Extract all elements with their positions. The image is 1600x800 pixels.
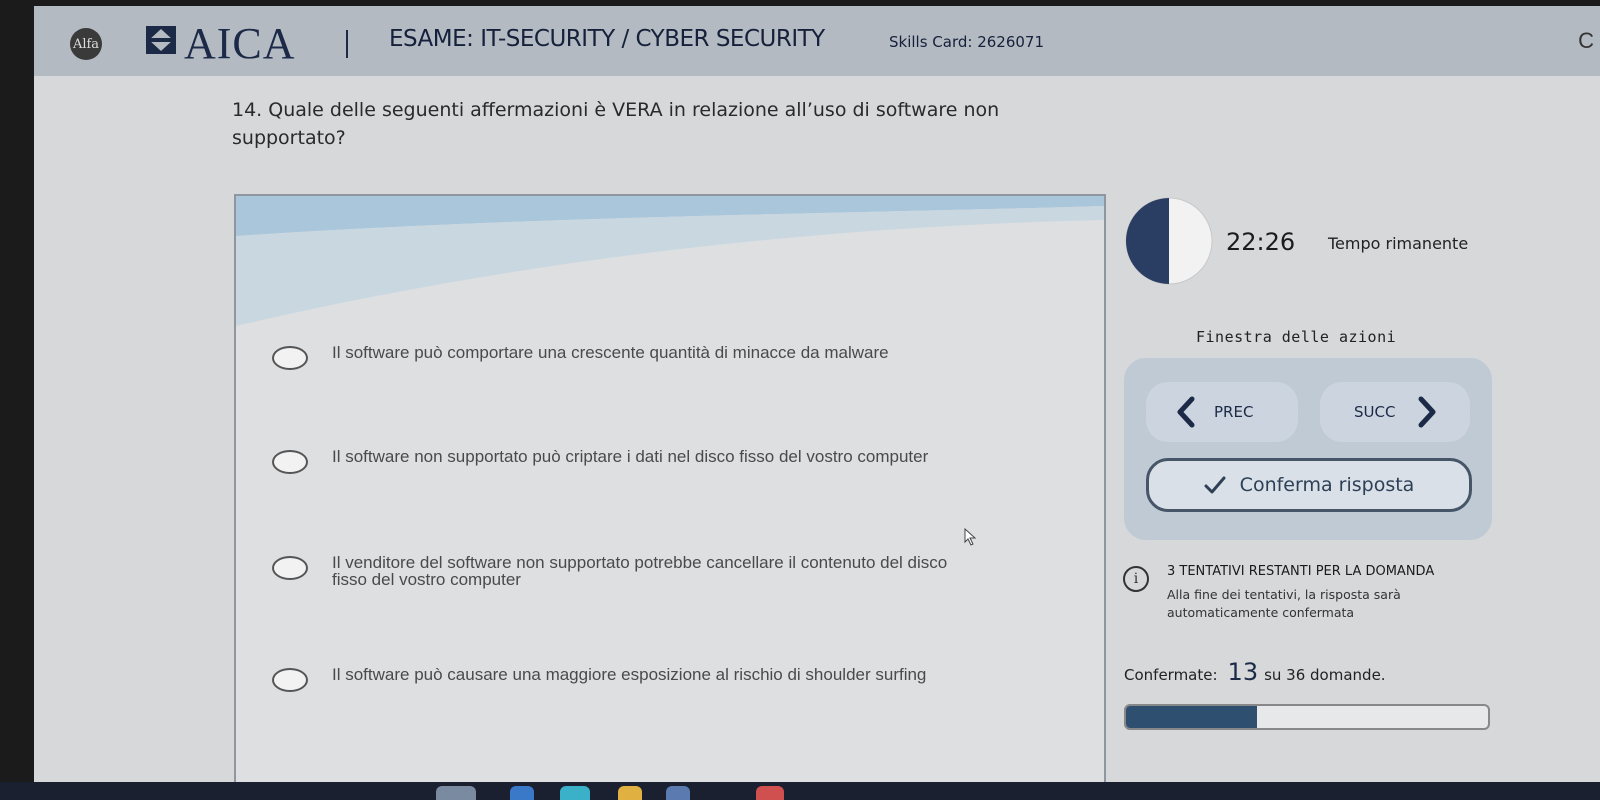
answer-option-1[interactable]: Il software può comportare una crescente… (272, 344, 972, 370)
chevron-left-icon (1177, 396, 1195, 428)
question-text: 14. Quale delle seguenti affermazioni è … (232, 99, 1000, 149)
radio-button[interactable] (272, 450, 308, 474)
taskbar-icon[interactable] (756, 786, 784, 800)
alfa-logo: Alfa (70, 28, 102, 60)
taskbar (0, 782, 1600, 800)
aica-logo-icon (146, 26, 176, 54)
confirmed-count: Confermate: 13 su 36 domande. (1124, 658, 1386, 686)
taskbar-icon[interactable] (666, 786, 690, 800)
mouse-cursor-icon (964, 528, 977, 546)
attempts-remaining: 3 TENTATIVI RESTANTI PER LA DOMANDA (1167, 564, 1435, 579)
confirmed-suffix: su 36 domande. (1264, 666, 1386, 684)
answer-label: Il software non supportato può criptare … (332, 447, 929, 466)
prev-label: PREC (1214, 403, 1254, 421)
answers-panel: Il software può comportare una crescente… (234, 194, 1106, 782)
answer-label: Il venditore del software non supportato… (332, 553, 948, 589)
answer-label: Il software può causare una maggiore esp… (332, 665, 927, 684)
answer-option-2[interactable]: Il software non supportato può criptare … (272, 448, 972, 474)
chevron-right-icon (1418, 396, 1436, 428)
answer-option-3[interactable]: Il venditore del software non supportato… (272, 554, 972, 588)
radio-button[interactable] (272, 556, 308, 580)
confirmed-number: 13 (1227, 658, 1259, 686)
actions-title: Finestra delle azioni (1196, 328, 1397, 346)
header-bar: Alfa AICA ESAME: IT-SECURITY / CYBER SEC… (34, 6, 1600, 76)
next-label: SUCC (1354, 403, 1396, 421)
radio-button[interactable] (272, 346, 308, 370)
taskbar-icon[interactable] (560, 786, 590, 800)
timer-label: Tempo rimanente (1328, 234, 1469, 253)
taskbar-icon[interactable] (618, 786, 642, 800)
panel-decoration (236, 196, 1104, 326)
next-button[interactable]: SUCC (1320, 382, 1470, 442)
brand-name: AICA (184, 19, 296, 68)
confirmed-prefix: Confermate: (1124, 666, 1218, 684)
timer-value: 22:26 (1226, 228, 1296, 256)
answer-label: Il software può comportare una crescente… (332, 343, 889, 362)
taskbar-icon[interactable] (510, 786, 534, 800)
header-divider (346, 30, 348, 58)
check-icon (1204, 476, 1226, 494)
clock-icon (1125, 197, 1213, 285)
exam-screen: Alfa AICA ESAME: IT-SECURITY / CYBER SEC… (34, 6, 1600, 782)
exam-title: ESAME: IT-SECURITY / CYBER SECURITY (389, 26, 825, 52)
header-right-text: C (1578, 28, 1594, 53)
radio-button[interactable] (272, 668, 308, 692)
info-icon: i (1123, 566, 1149, 592)
skills-card-number: Skills Card: 2626071 (889, 33, 1045, 51)
prev-button[interactable]: PREC (1146, 382, 1298, 442)
actions-panel: PREC SUCC Conferma risposta (1124, 358, 1492, 540)
progress-fill (1126, 706, 1257, 728)
confirm-label: Conferma risposta (1239, 474, 1415, 496)
answer-option-4[interactable]: Il software può causare una maggiore esp… (272, 666, 972, 692)
attempts-note: Alla fine dei tentativi, la risposta sar… (1167, 587, 1401, 620)
confirm-answer-button[interactable]: Conferma risposta (1146, 458, 1472, 512)
taskbar-icon[interactable] (436, 786, 476, 800)
progress-bar (1124, 704, 1490, 730)
